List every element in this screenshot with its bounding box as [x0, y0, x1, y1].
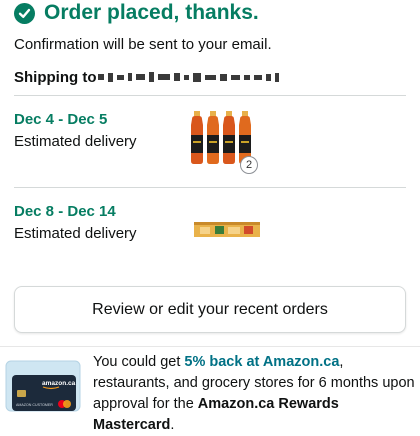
promo-text: You could get 5% back at Amazon.ca, rest… [93, 354, 415, 433]
divider [14, 95, 406, 96]
shipping-label: Shipping to [14, 68, 97, 86]
confirmation-message: Confirmation will be sent to your email. [14, 36, 272, 53]
delivery-subtitle: Estimated delivery [14, 133, 137, 150]
credit-card-promo[interactable]: amazon.ca AMAZON CUSTOMER You could get … [0, 346, 420, 433]
delivery-group[interactable]: Dec 4 - Dec 5 Estimated delivery 2 [14, 111, 406, 181]
delivery-date-range: Dec 8 - Dec 14 [14, 203, 116, 220]
redacted-address [98, 72, 283, 82]
shipping-address: Shipping to [14, 67, 283, 87]
card-brand-text: amazon.ca [42, 380, 76, 387]
snack-box-image[interactable] [194, 220, 260, 240]
order-confirmation-header: Order placed, thanks. [14, 0, 259, 26]
quantity-badge: 2 [240, 156, 258, 174]
delivery-date-range: Dec 4 - Dec 5 [14, 111, 108, 128]
card-holder-text: AMAZON CUSTOMER [16, 403, 53, 407]
delivery-subtitle: Estimated delivery [14, 225, 137, 242]
cashback-link[interactable]: 5% back at Amazon.ca [184, 354, 339, 370]
delivery-group[interactable]: Dec 8 - Dec 14 Estimated delivery [14, 203, 406, 273]
divider [14, 187, 406, 188]
page-title: Order placed, thanks. [44, 1, 259, 24]
credit-card-image: amazon.ca AMAZON CUSTOMER [5, 360, 81, 412]
review-orders-button[interactable]: Review or edit your recent orders [14, 286, 406, 333]
checkmark-icon [14, 2, 35, 24]
